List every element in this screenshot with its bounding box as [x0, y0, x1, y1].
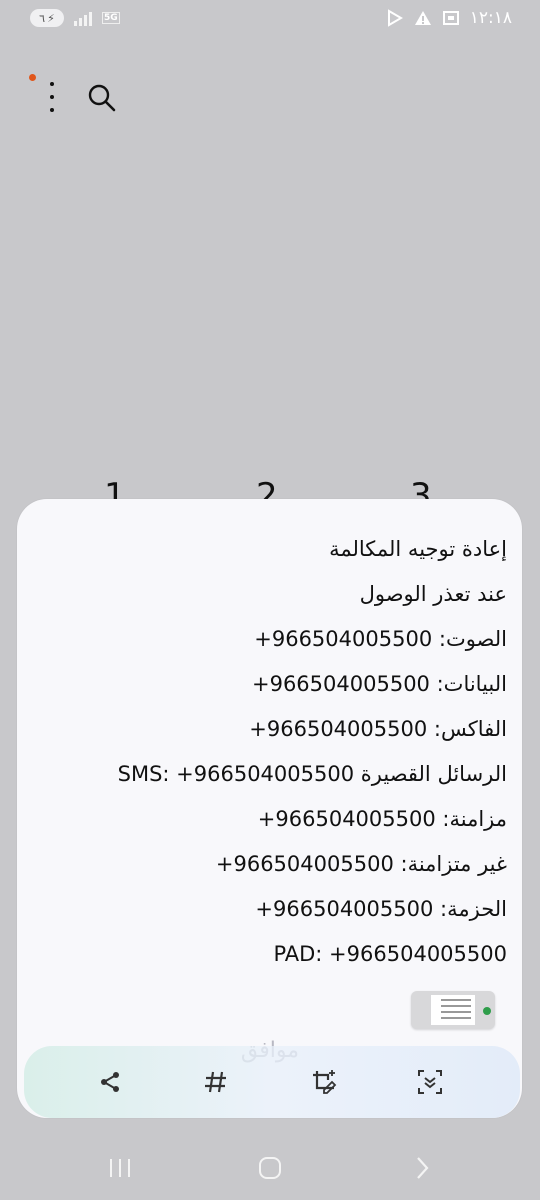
status-bar: ٦ ⚡ 5G ١٢:١٨: [0, 0, 540, 40]
hashtag-button[interactable]: [202, 1068, 230, 1096]
dialog-line: إعادة توجيه المكالمة: [329, 537, 507, 561]
share-button[interactable]: [96, 1068, 124, 1096]
dialog-line: البيانات: ‎+966504005500: [251, 672, 507, 696]
search-button[interactable]: [86, 82, 118, 114]
scroll-capture-button[interactable]: [416, 1068, 444, 1096]
more-options-button[interactable]: [42, 82, 62, 112]
notification-dot: [29, 74, 36, 81]
dialog-line: الرسائل القصيرة ‎SMS: +966504005500: [117, 762, 507, 786]
screenshot-thumbnail[interactable]: [411, 991, 495, 1029]
play-store-icon: [387, 9, 403, 27]
crop-edit-icon: [313, 1070, 337, 1094]
battery-indicator: ٦ ⚡: [30, 9, 64, 27]
dialog-line: الحزمة: ‎+966504005500: [255, 897, 507, 921]
warning-icon: [414, 11, 431, 25]
back-button[interactable]: [402, 1144, 442, 1192]
clock: ١٢:١٨: [469, 8, 512, 28]
edit-screenshot-button[interactable]: [310, 1068, 338, 1096]
navigation-bar: [0, 1144, 540, 1192]
screenshot-icon: [442, 11, 459, 25]
recents-button[interactable]: [100, 1144, 140, 1192]
back-icon: [417, 1157, 429, 1179]
dialog-line: مزامنة: ‎+966504005500: [257, 807, 507, 831]
charging-icon: ⚡: [47, 11, 55, 25]
home-button[interactable]: [250, 1144, 290, 1192]
dialog-line: غير متزامنة: ‎+966504005500: [215, 852, 507, 876]
search-icon: [88, 84, 116, 112]
dialog-message: إعادة توجيه المكالمة عند تعذر الوصول الص…: [27, 534, 507, 984]
dialog-line: عند تعذر الوصول: [359, 582, 507, 606]
battery-level: ٦: [39, 11, 46, 25]
status-left: ٦ ⚡ 5G: [30, 9, 120, 27]
home-icon: [259, 1157, 281, 1179]
recents-icon: [110, 1159, 130, 1177]
share-icon: [101, 1072, 119, 1092]
scroll-capture-icon: [418, 1070, 442, 1094]
dialog-line: الصوت: ‎+966504005500: [254, 627, 507, 651]
status-right: ١٢:١٨: [386, 8, 512, 28]
dialog-line: الفاكس: ‎+966504005500: [249, 717, 507, 741]
signal-icon: [74, 10, 92, 26]
dialog-line: PAD: +966504005500: [273, 942, 507, 966]
network-type: 5G: [102, 12, 120, 24]
hashtag-icon: [205, 1071, 226, 1093]
